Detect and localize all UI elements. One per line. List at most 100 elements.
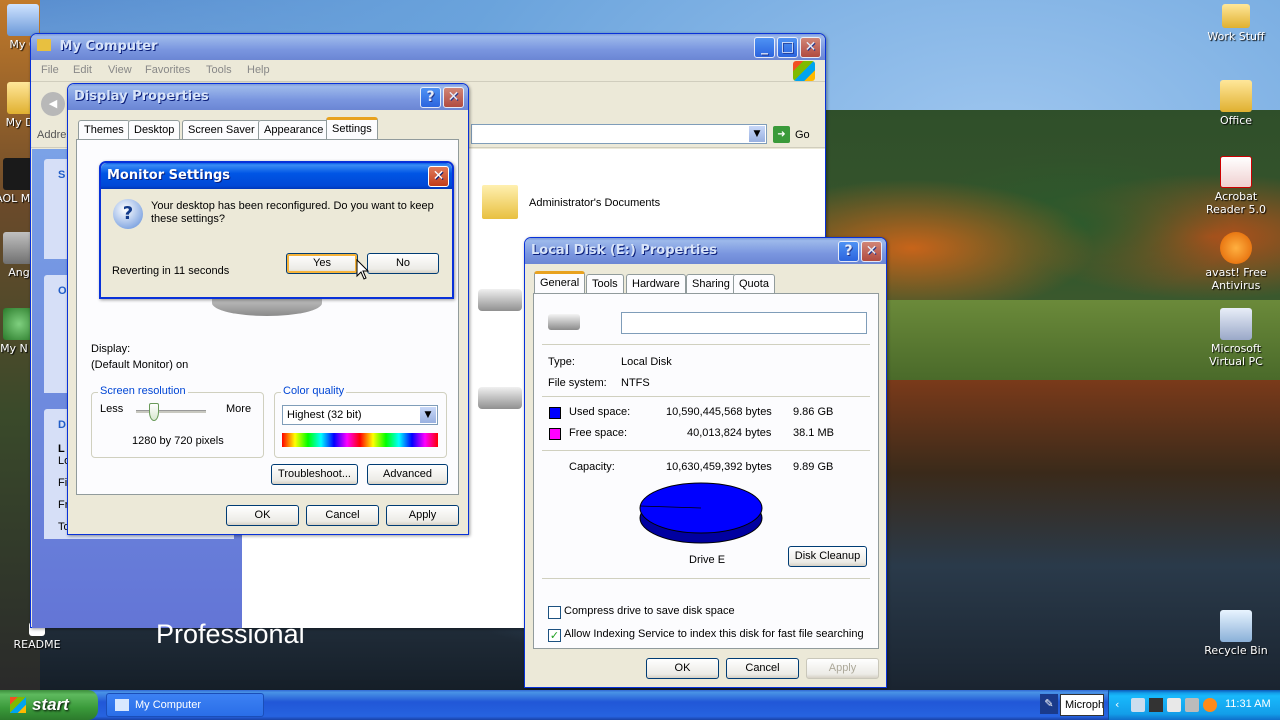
back-arrow-icon[interactable]: ◀ [41,92,65,116]
local-disk-properties-dialog[interactable]: Local Disk (E:) Properties ? ✕ General T… [524,237,887,688]
administrators-documents-label[interactable]: Administrator's Documents [529,197,660,209]
hard-drive-icon-2[interactable] [478,387,522,409]
maximize-button[interactable]: □ [777,37,798,58]
compress-checkbox[interactable] [548,606,561,619]
tray-app-icon[interactable] [1149,698,1163,712]
acrobat-reader-icon[interactable]: Acrobat Reader 5.0 [1201,156,1271,216]
go-button-label[interactable]: Go [795,129,810,141]
clock: 11:31 AM [1225,698,1271,710]
ok-button[interactable]: OK [646,658,719,679]
avast-antivirus-icon[interactable]: avast! Free Antivirus [1201,232,1271,292]
apply-button[interactable]: Apply [806,658,879,679]
more-label: More [226,403,252,415]
menu-edit[interactable]: Edit [73,64,92,76]
window-title: My Computer [59,39,158,54]
start-button[interactable]: start [0,690,98,720]
tab-quota[interactable]: Quota [733,274,775,293]
tab-themes[interactable]: Themes [78,120,130,139]
indexing-checkbox[interactable]: ✓ [548,629,561,642]
display-properties-dialog[interactable]: Display Properties ? ✕ Themes Desktop Sc… [67,83,469,535]
yes-button[interactable]: Yes [286,253,358,274]
no-button[interactable]: No [367,253,439,274]
windows-logo-icon [793,61,815,81]
ok-button[interactable]: OK [226,505,299,526]
used-space-size: 9.86 GB [793,406,834,418]
folder-icon[interactable] [482,185,518,219]
tab-appearance[interactable]: Appearance [258,120,330,139]
compress-label[interactable]: Compress drive to save disk space [564,605,735,617]
windows-flag-icon [10,697,26,713]
network-tray-icon[interactable] [1131,698,1145,712]
avast-tray-icon[interactable] [1203,698,1217,712]
computer-icon [7,4,39,36]
taskbar: start My Computer ✎ Microph ‹ 11:31 AM [0,690,1280,720]
cancel-button[interactable]: Cancel [726,658,799,679]
close-button[interactable]: ✕ [800,37,821,58]
close-button[interactable]: ✕ [428,166,449,187]
tab-screen-saver[interactable]: Screen Saver [182,120,261,139]
tab-sharing[interactable]: Sharing [686,274,736,293]
hard-drive-icon[interactable] [478,289,522,311]
tab-general[interactable]: General [534,271,586,293]
work-stuff-folder-icon[interactable]: Work Stuff [1201,4,1271,43]
advanced-button[interactable]: Advanced [367,464,448,485]
drive-label-input[interactable] [621,312,867,334]
minimize-button[interactable]: _ [754,37,775,58]
menu-bar: File Edit View Favorites Tools Help [31,60,825,82]
indexing-label[interactable]: Allow Indexing Service to index this dis… [564,628,864,640]
color-quality-group: Color quality Highest (32 bit) ▼ [274,385,447,458]
tab-hardware[interactable]: Hardware [626,274,686,293]
help-button[interactable]: ? [838,241,859,262]
less-label: Less [100,403,124,415]
monitor-settings-titlebar[interactable]: Monitor Settings ✕ [101,163,452,189]
security-icon[interactable] [1185,698,1199,712]
color-quality-select[interactable]: Highest (32 bit) ▼ [282,405,438,425]
my-computer-titlebar[interactable]: My Computer _ □ ✕ [31,34,825,60]
virtual-pc-monitor-icon [1220,308,1252,340]
virtual-pc-icon[interactable]: Microsoft Virtual PC [1201,308,1271,368]
office-icon[interactable]: Office [1201,80,1271,127]
help-button[interactable]: ? [420,87,441,108]
free-space-bytes: 40,013,824 bytes [687,427,772,439]
screen-resolution-title: Screen resolution [98,385,188,397]
menu-view[interactable]: View [108,64,132,76]
microphone-toolbar[interactable]: Microph [1060,694,1104,716]
menu-file[interactable]: File [41,64,59,76]
local-disk-titlebar[interactable]: Local Disk (E:) Properties ? ✕ [525,238,886,264]
cancel-button[interactable]: Cancel [306,505,379,526]
go-arrow-icon[interactable]: ➜ [773,126,790,143]
menu-favorites[interactable]: Favorites [145,64,190,76]
mouse-cursor-icon [356,259,370,280]
general-panel: Type: Local Disk File system: NTFS Used … [533,293,879,649]
recycle-bin-icon[interactable]: Recycle Bin [1201,610,1271,657]
close-button[interactable]: ✕ [443,87,464,108]
display-properties-titlebar[interactable]: Display Properties ? ✕ [68,84,468,110]
apply-button[interactable]: Apply [386,505,459,526]
dialog-title: Monitor Settings [107,168,231,183]
disk-cleanup-button[interactable]: Disk Cleanup [788,546,867,567]
resolution-slider-thumb[interactable] [148,403,159,421]
troubleshoot-button[interactable]: Troubleshoot... [271,464,358,485]
chevron-down-icon[interactable]: ▼ [749,126,765,142]
chevron-down-icon[interactable]: ▼ [420,407,436,423]
chevron-left-icon[interactable]: ‹ [1115,698,1119,711]
language-bar-icon[interactable]: ✎ [1040,694,1058,714]
folder-small-icon [37,39,51,51]
tab-settings[interactable]: Settings [326,117,378,139]
disk-usage-pie-chart [639,482,763,544]
display-label: Display: [91,343,131,355]
volume-icon[interactable] [1167,698,1181,712]
monitor-settings-dialog[interactable]: Monitor Settings ✕ ? Your desktop has be… [99,161,454,299]
taskbar-item-my-computer[interactable]: My Computer [106,693,264,717]
capacity-size: 9.89 GB [793,461,834,473]
close-button[interactable]: ✕ [861,241,882,262]
tab-tools[interactable]: Tools [586,274,624,293]
drive-label: Drive E [689,554,726,566]
resolution-slider-track[interactable] [136,410,206,413]
tab-desktop[interactable]: Desktop [128,120,181,139]
address-input[interactable]: ▼ [471,124,767,144]
menu-tools[interactable]: Tools [206,64,232,76]
menu-help[interactable]: Help [247,64,270,76]
drive-icon [548,314,580,330]
file-system-label: File system: [548,377,607,389]
